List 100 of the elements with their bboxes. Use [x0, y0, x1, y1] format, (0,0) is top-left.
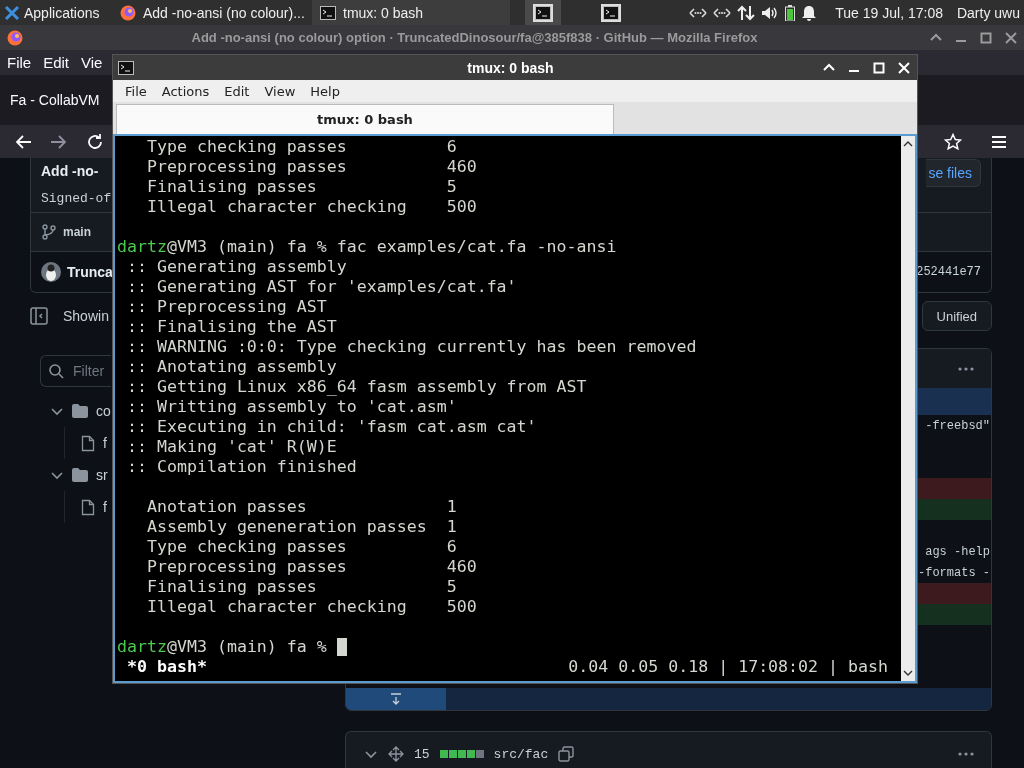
menu-item[interactable]: Edit — [43, 54, 70, 71]
menu-item[interactable]: Actions — [161, 83, 210, 99]
output-line: :: Preprocessing AST — [127, 297, 327, 317]
commit-title: Add -no- — [41, 163, 99, 179]
folder-icon — [72, 404, 88, 418]
stat-value: 6 — [446, 537, 457, 557]
clock[interactable]: Tue 19 Jul, 17:08 — [835, 4, 943, 21]
stat-value: 5 — [446, 177, 457, 197]
command-line: @VM3 (main) fa % — [166, 637, 327, 657]
folder-icon — [72, 468, 88, 482]
back-icon[interactable] — [14, 132, 32, 151]
stat-label: Preprocessing passes — [146, 557, 348, 577]
window-title: Add -no-ansi (no colour) option · TruncatedDinosour/fa@385f838 · GitHub — Mozilla Firefox — [190, 30, 759, 45]
scrollbar[interactable] — [901, 136, 915, 681]
menu-item[interactable]: File — [7, 54, 32, 71]
battery-icon[interactable] — [785, 4, 796, 21]
change-count: 15 — [414, 746, 430, 762]
stat-value: 500 — [446, 597, 477, 617]
folder-name[interactable]: sr — [96, 467, 108, 483]
menu-item[interactable]: Help — [310, 83, 340, 99]
stat-value: 6 — [446, 137, 457, 157]
terminal-icon — [118, 60, 134, 75]
tmux-status-text: 0.04 0.05 0.18 | 17:08:02 | bash — [568, 657, 888, 677]
applications-icon — [4, 4, 20, 21]
window-title: tmux: 0 bash — [466, 59, 555, 76]
menu-item[interactable]: Vie — [81, 54, 103, 71]
search-icon — [48, 363, 64, 379]
sidebar-toggle-icon[interactable] — [30, 307, 48, 325]
stat-label: Finalising passes — [146, 577, 318, 597]
branch-name[interactable]: main — [63, 225, 91, 239]
bell-icon[interactable] — [801, 4, 818, 21]
output-line: :: Making 'cat' R(W)E — [127, 437, 337, 457]
prompt-user: dartz — [117, 237, 167, 257]
browser-tab[interactable]: Fa - CollabVM — [10, 92, 100, 108]
copy-icon[interactable] — [558, 746, 575, 762]
stat-value: 5 — [446, 577, 457, 597]
terminal-tab[interactable]: tmux: 0 bash — [116, 104, 614, 134]
terminal-icon — [320, 5, 336, 20]
maximize-icon[interactable] — [872, 60, 886, 75]
author-name[interactable]: Trunca — [67, 264, 113, 280]
filter-field[interactable]: Filter — [40, 355, 111, 387]
scroll-up-icon[interactable] — [903, 140, 913, 148]
forward-icon[interactable] — [50, 132, 68, 151]
file-icon — [81, 498, 95, 516]
menu-item[interactable]: Edit — [224, 83, 250, 99]
tmux-window-label: *0 bash* — [127, 657, 207, 677]
workspace-button[interactable] — [525, 0, 561, 25]
taskbar-task[interactable]: tmux: 0 bash — [312, 0, 510, 25]
file-name[interactable]: f — [103, 435, 107, 451]
summary-text: Showin — [63, 308, 109, 324]
output-line: :: Executing in child: 'fasm cat.asm cat' — [127, 417, 537, 437]
expand-down-icon — [390, 693, 402, 705]
menu-item[interactable]: View — [264, 83, 296, 99]
command-line: @VM3 (main) fa % fac examples/cat.fa -no-ansi — [166, 237, 617, 257]
stat-value: 1 — [446, 517, 457, 537]
file-name[interactable]: f — [103, 499, 107, 515]
stat-label: Finalising passes — [146, 177, 318, 197]
output-line: :: WARNING :0:0: Type checking currently has been removed — [127, 337, 697, 357]
folder-name[interactable]: co — [96, 403, 111, 419]
menu-item[interactable]: File — [125, 83, 147, 99]
code-text: -formats - — [918, 565, 990, 580]
commit-hash: 252441e77 — [916, 265, 981, 279]
stat-label: Preprocessing passes — [146, 157, 348, 177]
browser-icon — [7, 29, 23, 46]
code-text: -freebsd" — [925, 418, 990, 433]
output-line: :: Finalising the AST — [127, 317, 337, 337]
unified-button[interactable]: Unified — [921, 301, 992, 331]
stat-label: Illegal character checking — [146, 597, 408, 617]
more-icon[interactable] — [957, 750, 975, 758]
stat-label: Illegal character checking — [146, 197, 408, 217]
browse-files-button[interactable]: se files — [926, 159, 981, 187]
scroll-down-icon[interactable] — [903, 669, 913, 677]
browser-icon — [120, 4, 136, 21]
commit-message: Signed-of — [41, 190, 112, 206]
file-icon — [81, 434, 95, 452]
prompt-user: dartz — [117, 637, 167, 657]
stat-label: Type checking passes — [146, 137, 348, 157]
output-line: :: Compilation finished — [127, 457, 357, 477]
code-text: ags -help — [925, 544, 990, 559]
transfer-arrows-icon[interactable] — [737, 4, 756, 21]
volume-icon[interactable] — [761, 4, 780, 21]
branch-icon — [41, 224, 57, 240]
output-line: :: Generating AST for 'examples/cat.fa' — [127, 277, 517, 297]
file-path[interactable]: src/fac — [493, 746, 549, 762]
terminal-icon — [535, 5, 551, 20]
output-line: :: Anotating assembly — [127, 357, 337, 377]
terminal-icon — [603, 5, 619, 20]
star-icon[interactable] — [944, 132, 962, 151]
applications-menu[interactable]: Applications — [0, 0, 110, 25]
stat-value: 1 — [446, 497, 457, 517]
stat-label: Type checking passes — [146, 537, 348, 557]
move-icon — [388, 746, 404, 762]
avatar-icon[interactable] — [41, 262, 61, 282]
stat-value: 460 — [446, 557, 477, 577]
stat-label: Assembly geneneration passes — [146, 517, 428, 537]
user-name[interactable]: Darty uwu — [956, 4, 1020, 21]
stat-label: Anotation passes — [146, 497, 308, 517]
output-line: :: Generating assembly — [127, 257, 347, 277]
output-line: :: Getting Linux x86_64 fasm assembly from AST — [127, 377, 587, 397]
reload-icon[interactable] — [86, 132, 104, 151]
